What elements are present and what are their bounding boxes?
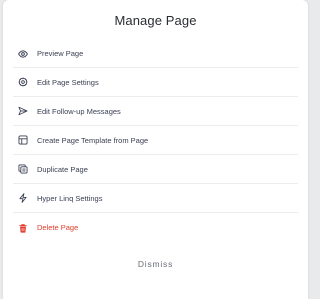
create-page-template-label: Create Page Template from Page: [37, 135, 149, 145]
manage-page-sheet: Manage Page Preview Page Edit Page Setti…: [3, 0, 308, 299]
gear-icon: [18, 77, 28, 87]
duplicate-icon: [18, 164, 28, 174]
hyper-linq-settings-label: Hyper Linq Settings: [37, 193, 103, 203]
action-menu: Preview Page Edit Page Settings Edit Fol…: [13, 40, 298, 242]
trash-icon: [18, 223, 28, 233]
dialog-title: Manage Page: [114, 13, 197, 28]
edit-follow-up-messages-label: Edit Follow-up Messages: [37, 106, 121, 116]
layout-icon: [18, 135, 28, 145]
delete-page-label: Delete Page: [37, 223, 79, 232]
edit-page-settings-option[interactable]: Edit Page Settings: [13, 68, 298, 97]
delete-page-option[interactable]: Delete Page: [13, 213, 298, 242]
hyper-linq-settings-option[interactable]: Hyper Linq Settings: [13, 184, 298, 213]
duplicate-page-label: Duplicate Page: [37, 164, 88, 174]
send-icon: [18, 106, 28, 116]
duplicate-page-option[interactable]: Duplicate Page: [13, 155, 298, 184]
lightning-icon: [18, 193, 28, 203]
eye-icon: [18, 49, 28, 59]
edit-page-settings-label: Edit Page Settings: [37, 77, 99, 87]
preview-page-option[interactable]: Preview Page: [13, 40, 298, 68]
create-page-template-option[interactable]: Create Page Template from Page: [13, 126, 298, 155]
edit-follow-up-messages-option[interactable]: Edit Follow-up Messages: [13, 97, 298, 126]
preview-page-label: Preview Page: [37, 49, 84, 58]
dismiss-button[interactable]: Dismiss: [3, 259, 308, 275]
